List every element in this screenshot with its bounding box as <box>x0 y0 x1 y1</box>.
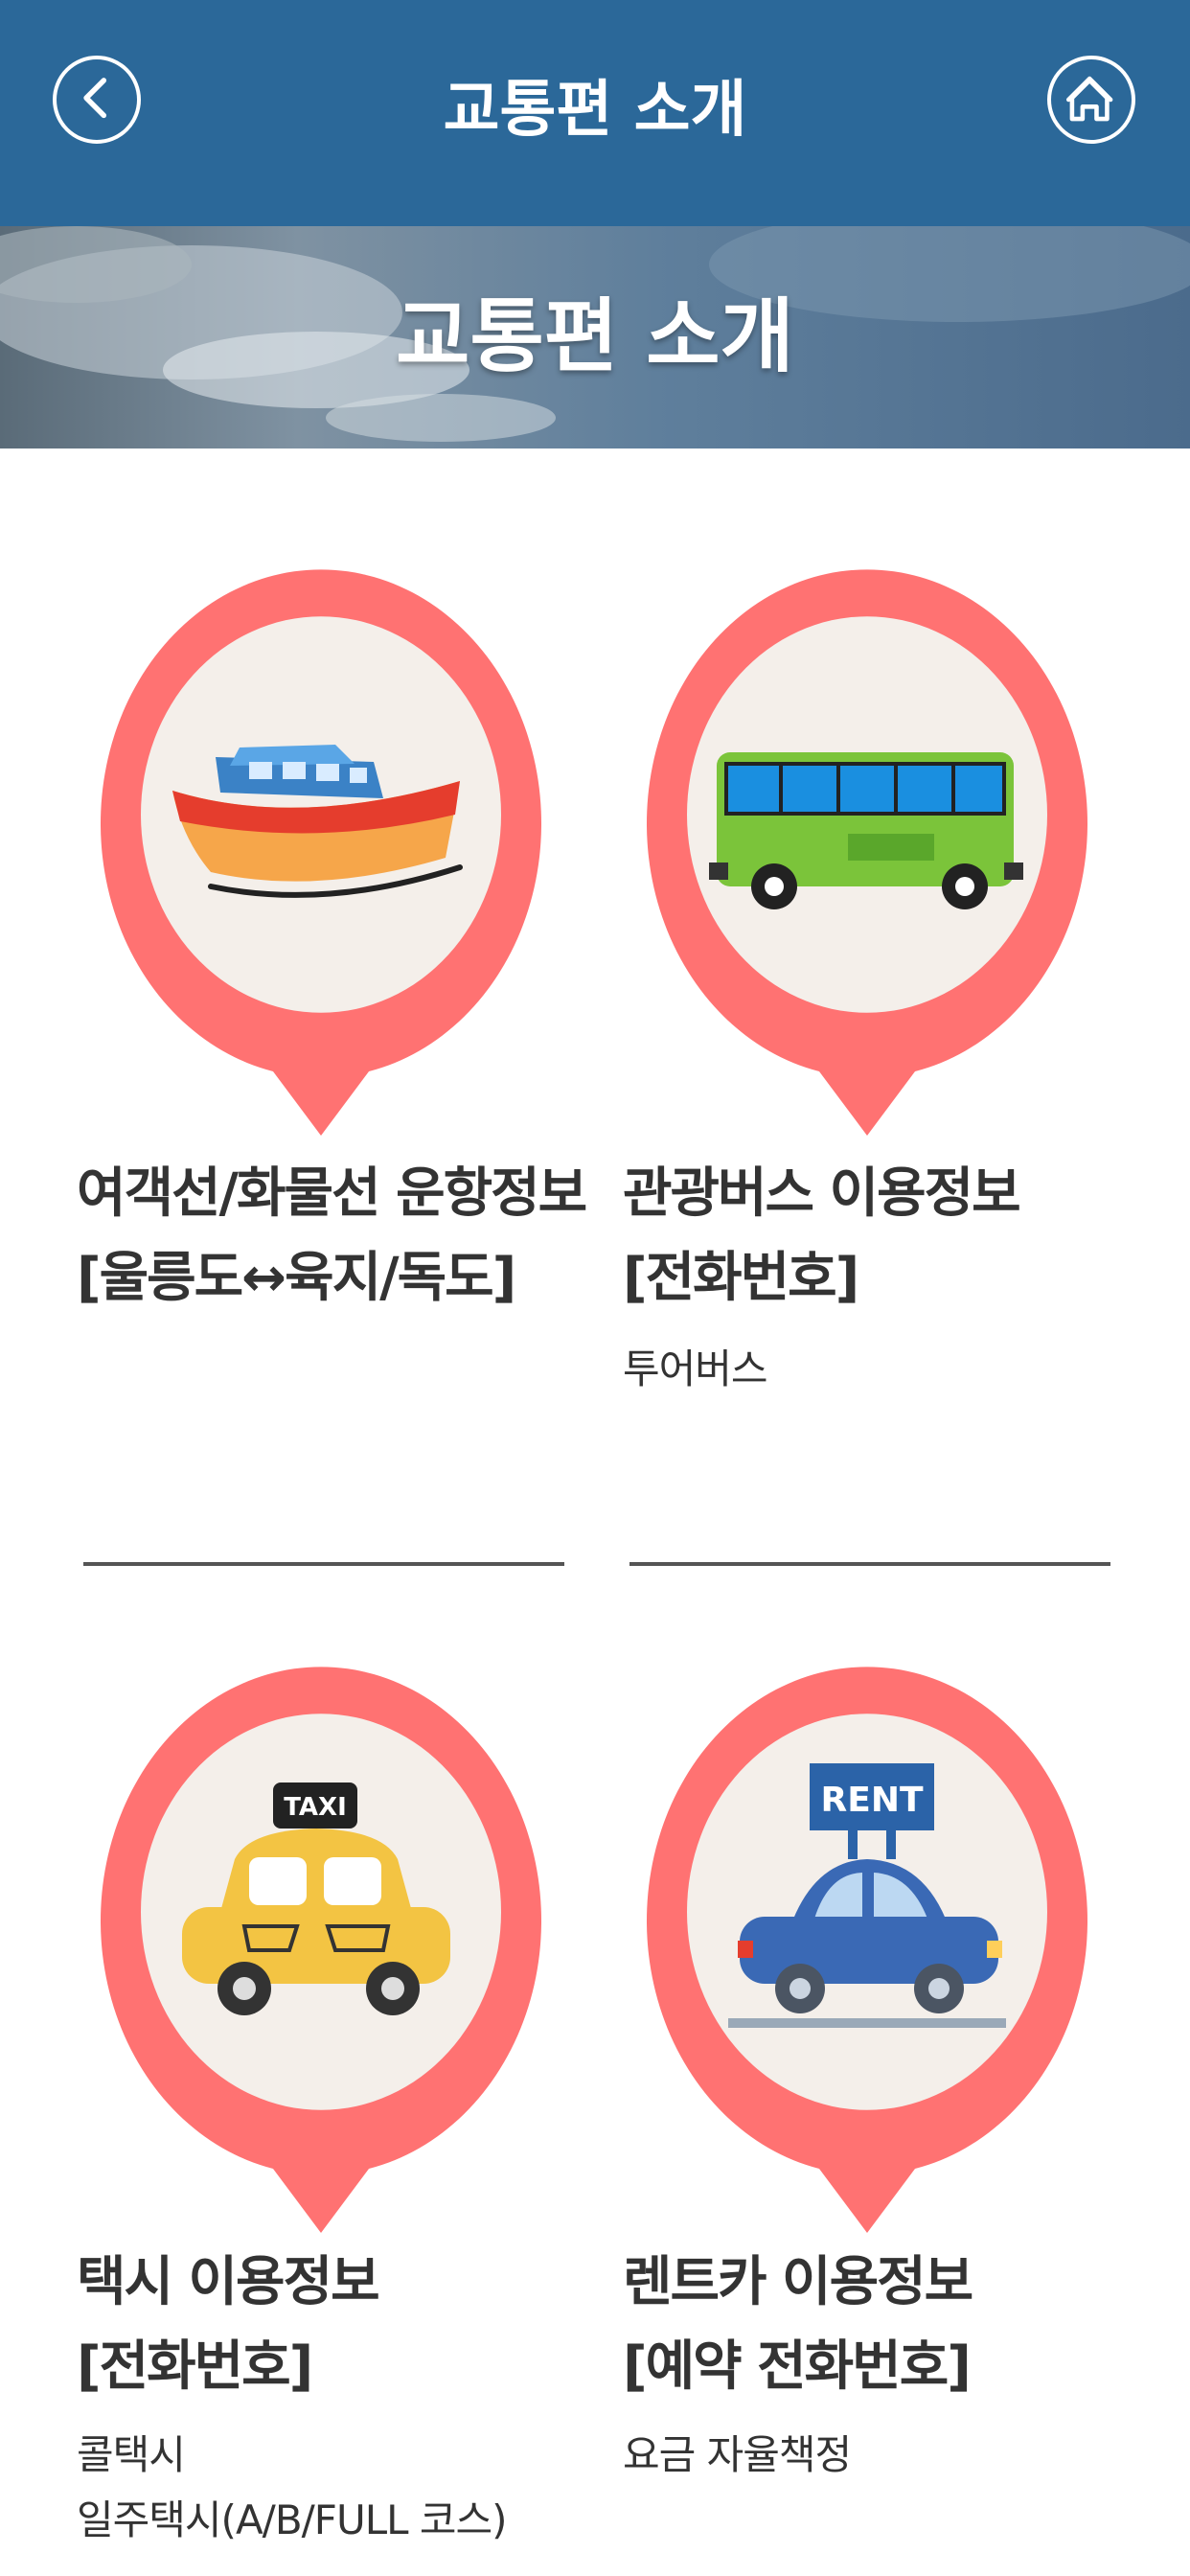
banner-title: 교통편 소개 <box>396 289 794 383</box>
card-title: 렌트카 이용정보 <box>623 2251 973 2313</box>
card-ferry-info[interactable]: 여객선/화물선 운항정보 [울릉도↔육지/독도] <box>77 541 587 1596</box>
card-description: 요금 자율책정 <box>623 2431 852 2478</box>
svg-text:RENT: RENT <box>821 1781 924 1820</box>
card-title: 관광버스 이용정보 <box>623 1162 1021 1225</box>
top-navigation-bar: 교통편 소개 <box>0 0 1190 226</box>
home-button[interactable] <box>1047 56 1135 144</box>
card-title-sub: [예약 전화번호] <box>623 2335 972 2398</box>
card-description: 투어버스 <box>623 1346 768 1392</box>
bus-icon <box>709 752 1023 909</box>
card-taxi-info[interactable]: TAXI 택시 이용정보 [전화번호] 콜택시 일주택시(A/B/FULL 코스… <box>77 1639 565 2576</box>
home-icon <box>1065 76 1113 122</box>
divider <box>83 1562 564 1566</box>
card-rent-car-info[interactable]: RENT 렌트카 이용정보 [예약 전화번호] 요금 자율책정 <box>623 1639 1111 2576</box>
card-title: 여객선/화물선 운항정보 <box>77 1162 587 1225</box>
card-title-sub: [울릉도↔육지/독도] <box>77 1247 516 1309</box>
svg-text:TAXI: TAXI <box>284 1793 347 1822</box>
page-title: 교통편 소개 <box>443 75 747 146</box>
divider <box>629 1562 1110 1566</box>
card-title: 택시 이용정보 <box>77 2251 380 2313</box>
card-bus-info[interactable]: 관광버스 이용정보 [전화번호] 투어버스 <box>623 541 1111 1596</box>
location-pin-badge: RENT <box>623 1639 1111 2233</box>
card-title-sub: [전화번호] <box>623 1247 859 1309</box>
banner: 교통편 소개 <box>0 226 1190 448</box>
location-pin-badge: TAXI <box>77 1639 565 2233</box>
card-description: 콜택시 <box>77 2431 186 2478</box>
card-title-sub: [전화번호] <box>77 2335 313 2398</box>
card-description: 일주택시(A/B/FULL 코스) <box>77 2496 508 2543</box>
location-pin-badge <box>623 541 1111 1136</box>
location-pin-badge <box>77 541 565 1136</box>
